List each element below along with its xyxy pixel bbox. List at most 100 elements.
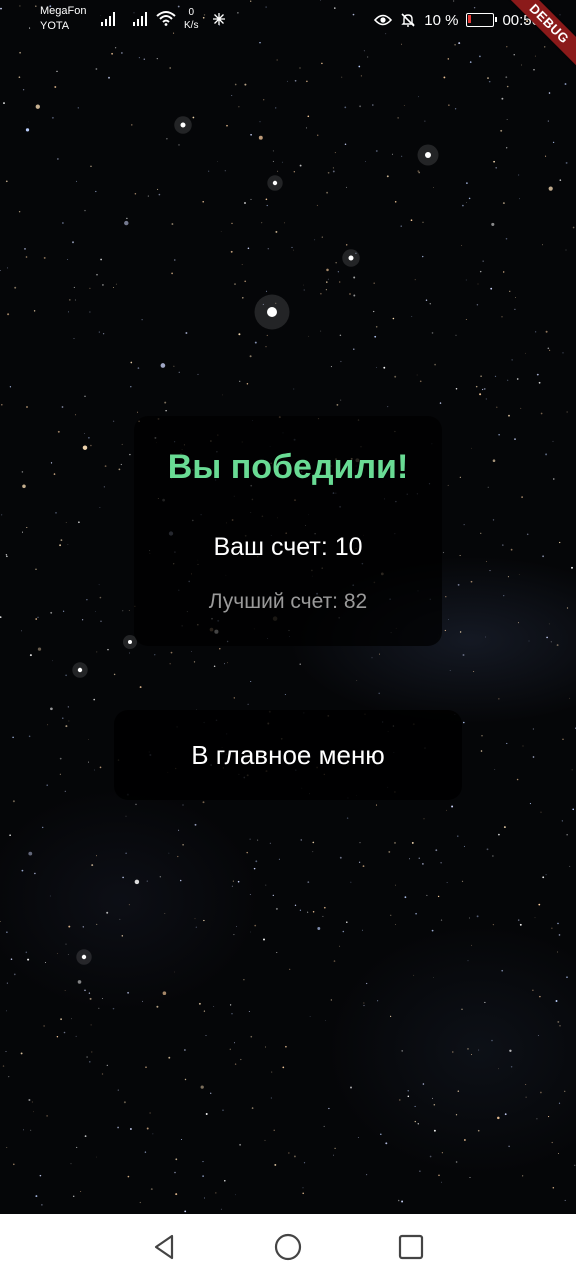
star — [35, 1195, 38, 1198]
star — [203, 1197, 205, 1199]
star — [503, 271, 505, 273]
star — [88, 761, 90, 763]
star — [18, 76, 21, 79]
star — [124, 220, 129, 226]
star — [108, 76, 110, 79]
star — [0, 270, 1, 272]
score-text: Ваш счет: 10 — [213, 533, 363, 561]
star — [72, 241, 74, 244]
star — [178, 371, 180, 373]
star — [76, 1146, 78, 1148]
star — [534, 917, 536, 919]
star — [414, 1120, 416, 1123]
star — [422, 1083, 425, 1085]
star — [491, 1039, 493, 1042]
star — [25, 128, 30, 132]
star — [473, 670, 475, 673]
star — [470, 580, 473, 583]
star — [294, 79, 297, 82]
star — [175, 1193, 178, 1196]
star — [267, 247, 270, 250]
main-menu-button[interactable]: В главное меню — [114, 710, 462, 800]
star — [55, 512, 57, 514]
star — [125, 815, 127, 817]
star — [334, 1147, 336, 1150]
star — [557, 922, 559, 925]
star — [139, 686, 142, 689]
star — [423, 818, 425, 820]
star — [401, 1050, 404, 1052]
star — [334, 152, 336, 154]
star — [462, 204, 464, 207]
star — [300, 839, 302, 841]
star — [557, 951, 559, 953]
star — [12, 736, 14, 739]
star — [565, 249, 567, 251]
star — [77, 980, 82, 984]
star — [532, 989, 534, 991]
star — [0, 921, 1, 922]
star — [424, 120, 426, 122]
recent-apps-icon[interactable] — [396, 1232, 426, 1262]
star — [43, 256, 46, 259]
star — [293, 388, 295, 390]
star — [157, 188, 159, 190]
star — [67, 311, 70, 313]
back-icon[interactable] — [150, 1232, 180, 1262]
star — [532, 756, 535, 758]
star — [89, 287, 91, 290]
star — [534, 55, 536, 57]
star — [146, 1127, 149, 1130]
star — [463, 524, 465, 526]
star — [126, 217, 128, 220]
star — [461, 244, 463, 246]
star — [19, 51, 21, 54]
star — [479, 55, 481, 58]
star — [96, 273, 98, 276]
star — [78, 521, 80, 524]
star — [193, 661, 196, 663]
star — [219, 648, 221, 650]
home-icon[interactable] — [273, 1232, 303, 1262]
star — [429, 303, 431, 305]
star — [156, 1005, 159, 1008]
star — [432, 1097, 433, 1099]
star — [328, 1107, 330, 1110]
star — [9, 834, 11, 836]
star — [129, 1128, 132, 1130]
star — [265, 198, 268, 201]
star — [418, 857, 420, 859]
star — [372, 104, 374, 106]
star — [394, 375, 397, 378]
star — [84, 209, 86, 212]
star — [234, 283, 236, 285]
star — [465, 318, 467, 320]
star — [444, 629, 446, 632]
star — [112, 1007, 115, 1010]
star — [461, 1008, 463, 1010]
star — [121, 52, 123, 54]
star — [56, 70, 58, 73]
star — [0, 616, 2, 619]
star — [241, 264, 243, 265]
star — [127, 991, 130, 994]
star — [572, 808, 575, 811]
star — [431, 929, 434, 932]
star — [547, 347, 550, 350]
star — [59, 773, 61, 775]
star — [394, 841, 396, 844]
star — [203, 1010, 206, 1012]
star — [326, 191, 329, 194]
star — [250, 1035, 253, 1038]
star — [433, 977, 434, 978]
star — [340, 399, 342, 401]
star — [498, 698, 500, 700]
star — [461, 880, 464, 883]
star — [466, 182, 468, 184]
star — [532, 728, 534, 730]
star — [506, 742, 508, 744]
star — [320, 292, 322, 295]
star — [395, 884, 397, 886]
star — [194, 823, 197, 826]
star — [263, 99, 265, 101]
